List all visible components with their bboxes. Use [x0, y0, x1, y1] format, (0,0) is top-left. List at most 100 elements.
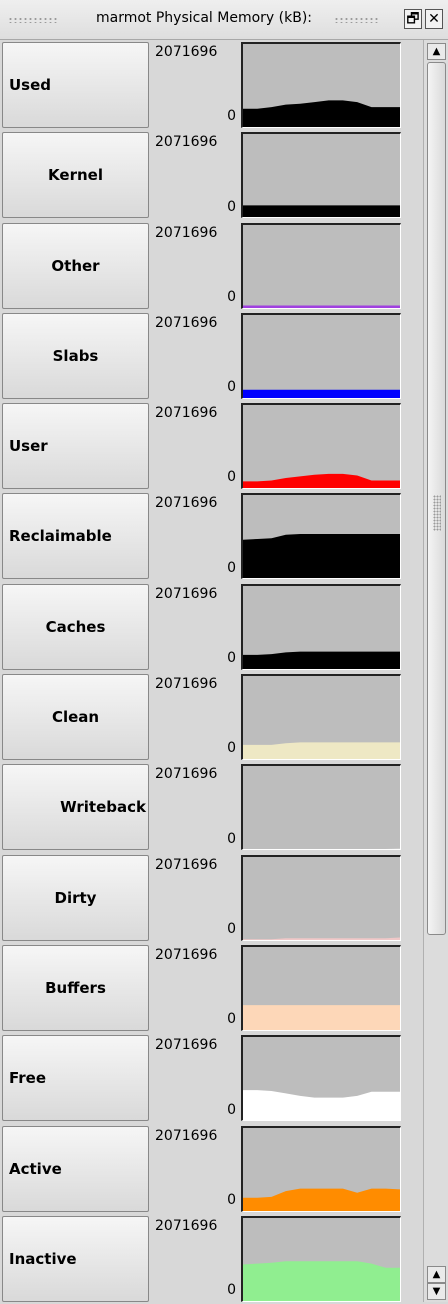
meter-label: Writeback — [60, 798, 146, 817]
meter-button[interactable]: Slabs — [2, 312, 149, 399]
meter-graph — [241, 42, 401, 128]
meter-row: Active 2071696 0 — [0, 1124, 420, 1214]
meter-area — [243, 651, 400, 669]
meter-row: User 2071696 0 — [0, 401, 420, 491]
meter-area — [243, 742, 400, 760]
meter-row: Clean 2071696 0 — [0, 672, 420, 762]
title-grip-right — [334, 17, 378, 23]
meter-min-value: 0 — [227, 1191, 236, 1208]
scroll-up-arrow-icon[interactable]: ▲ — [427, 1266, 446, 1283]
meter-label: Other — [51, 256, 100, 275]
meter-label: Free — [9, 1069, 47, 1088]
meter-area — [243, 205, 400, 218]
restore-window-icon[interactable]: 🗗 — [404, 9, 422, 29]
meter-graph — [241, 764, 401, 851]
meter-min-value: 0 — [227, 108, 236, 125]
meter-history-chart — [243, 305, 400, 308]
meter-row: Inactive 2071696 0 — [0, 1214, 420, 1304]
meter-area — [243, 389, 400, 398]
meter-area — [243, 1005, 400, 1030]
meter-button[interactable]: Other — [2, 222, 149, 309]
meter-button[interactable]: Dirty — [2, 854, 149, 941]
meter-area — [243, 474, 400, 489]
meter-history-chart — [243, 100, 400, 127]
meter-min-value: 0 — [227, 920, 236, 937]
meter-history-chart — [243, 205, 400, 218]
scroll-up-arrow-icon[interactable]: ▲ — [427, 43, 446, 60]
meter-max-value: 2071696 — [155, 1217, 218, 1234]
meter-max-value: 2071696 — [155, 585, 218, 602]
meter-area — [243, 848, 400, 850]
meter-button[interactable]: Reclaimable — [2, 493, 149, 580]
meter-max-value: 2071696 — [155, 405, 218, 422]
meter-button[interactable]: User — [2, 403, 149, 490]
meter-max-value: 2071696 — [155, 676, 218, 693]
meter-graph — [241, 854, 401, 941]
meter-row: Free 2071696 0 — [0, 1033, 420, 1123]
meter-area — [243, 1261, 400, 1301]
vertical-scrollbar[interactable]: ▲ ▲ ▼ — [423, 40, 448, 1302]
window-title: marmot Physical Memory (kB): — [96, 10, 313, 26]
meter-row: Reclaimable 2071696 0 — [0, 491, 420, 581]
meter-button[interactable]: Active — [2, 1125, 149, 1212]
meter-max-value: 2071696 — [155, 134, 218, 151]
meter-history-chart — [243, 742, 400, 760]
meter-button[interactable]: Clean — [2, 674, 149, 761]
meter-button[interactable]: Buffers — [2, 944, 149, 1031]
meter-label: Clean — [51, 708, 100, 727]
scroll-down-arrow-icon[interactable]: ▼ — [427, 1283, 446, 1300]
meter-button[interactable]: Caches — [2, 583, 149, 670]
meter-max-value: 2071696 — [155, 946, 218, 963]
meter-graph — [241, 222, 401, 309]
meter-history-chart — [243, 937, 400, 940]
meter-max-value: 2071696 — [155, 314, 218, 331]
meter-min-value: 0 — [227, 1011, 236, 1028]
meter-label: Slabs — [52, 346, 99, 365]
scroll-thumb[interactable] — [427, 62, 446, 935]
meter-graph — [241, 944, 401, 1031]
meter-max-value: 2071696 — [155, 1127, 218, 1144]
meter-row: Slabs 2071696 0 — [0, 311, 420, 401]
meter-button[interactable]: Kernel — [2, 132, 149, 219]
meter-button[interactable]: Writeback — [2, 764, 149, 851]
meter-max-value: 2071696 — [155, 856, 218, 873]
meter-row: Caches 2071696 0 — [0, 582, 420, 672]
meter-row: Kernel 2071696 0 — [0, 130, 420, 220]
meter-min-value: 0 — [227, 198, 236, 215]
meter-button[interactable]: Inactive — [2, 1215, 149, 1302]
meter-history-chart — [243, 848, 400, 850]
meter-button[interactable]: Used — [2, 42, 149, 128]
meter-history-chart — [243, 651, 400, 669]
meter-min-value: 0 — [227, 740, 236, 757]
meter-history-chart — [243, 534, 400, 579]
meter-row: Other 2071696 0 — [0, 221, 420, 311]
meter-max-value: 2071696 — [155, 495, 218, 512]
close-window-icon[interactable]: ✕ — [425, 9, 443, 29]
meter-min-value: 0 — [227, 288, 236, 305]
meter-graph — [241, 403, 401, 490]
meter-min-value: 0 — [227, 1101, 236, 1118]
meter-history-chart — [243, 1188, 400, 1211]
meter-min-value: 0 — [227, 1282, 236, 1299]
meter-min-value: 0 — [227, 379, 236, 396]
meter-row: Dirty 2071696 0 — [0, 853, 420, 943]
meter-area — [243, 100, 400, 127]
meter-history-chart — [243, 1005, 400, 1030]
meter-history-chart — [243, 389, 400, 398]
title-bar[interactable]: marmot Physical Memory (kB): 🗗 ✕ — [0, 0, 448, 40]
meter-min-value: 0 — [227, 830, 236, 847]
meter-list: Used 2071696 0 Kernel 2071696 0 Other 2071696 0 S… — [0, 40, 420, 1304]
meter-graph — [241, 132, 401, 219]
meter-min-value: 0 — [227, 650, 236, 667]
meter-max-value: 2071696 — [155, 1037, 218, 1054]
meter-graph — [241, 1125, 401, 1212]
meter-label: Kernel — [48, 166, 103, 185]
meter-max-value: 2071696 — [155, 224, 218, 241]
meter-area — [243, 1188, 400, 1211]
meter-button[interactable]: Free — [2, 1035, 149, 1122]
meter-row: Writeback 2071696 0 — [0, 762, 420, 852]
meter-row: Used 2071696 0 — [0, 40, 420, 130]
thumb-grip — [433, 495, 441, 531]
meter-label: Caches — [45, 617, 106, 636]
meter-label: Inactive — [9, 1249, 77, 1268]
